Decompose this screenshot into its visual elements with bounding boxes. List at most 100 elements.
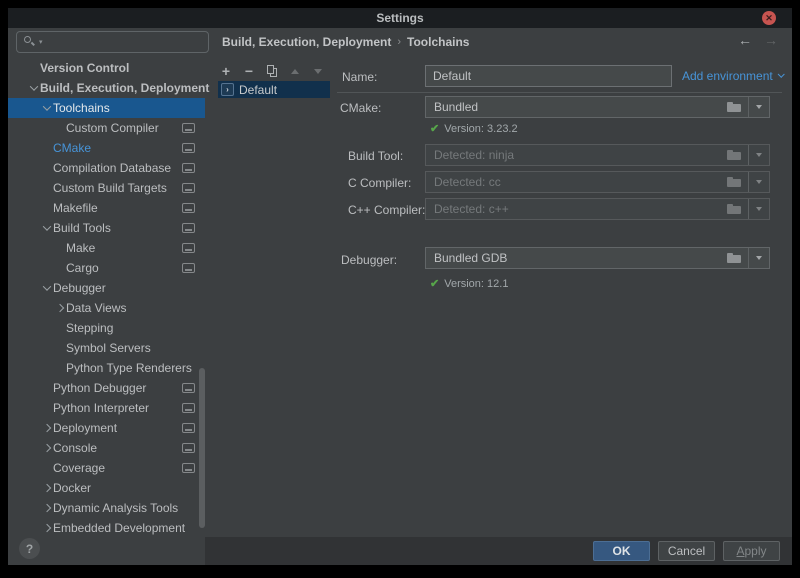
- folder-icon: [727, 150, 741, 160]
- sidebar-item-toolchains[interactable]: Toolchains: [8, 98, 205, 118]
- sidebar-item-label: Stepping: [66, 321, 113, 335]
- close-icon[interactable]: ✕: [762, 11, 776, 25]
- cpp-compiler-dropdown-button[interactable]: [748, 199, 769, 219]
- cpp-compiler-value: Detected: c++: [426, 202, 727, 216]
- sidebar-item-label: Compilation Database: [53, 161, 171, 175]
- dropdown-arrow-icon: [756, 207, 762, 211]
- chevron-right-icon[interactable]: [43, 484, 51, 492]
- build-tool-dropdown-button[interactable]: [748, 145, 769, 165]
- build-tool-combo[interactable]: Detected: ninja: [425, 144, 770, 166]
- sidebar-scrollbar[interactable]: [199, 368, 205, 528]
- remove-toolchain-button[interactable]: −: [241, 63, 257, 79]
- sidebar-item-embedded-development[interactable]: Embedded Development: [8, 518, 205, 538]
- settings-dialog: Settings ✕ ▾ Build, Execution, Deploymen…: [8, 8, 792, 565]
- cpp-compiler-label: C++ Compiler:: [348, 203, 425, 217]
- chevron-right-icon[interactable]: [43, 524, 51, 532]
- move-up-button[interactable]: [287, 63, 303, 79]
- sidebar-item-label: Custom Compiler: [66, 121, 159, 135]
- dropdown-arrow-icon: [756, 105, 762, 109]
- chevron-down-icon[interactable]: [43, 222, 51, 230]
- sidebar-item-label: Python Interpreter: [53, 401, 149, 415]
- sidebar-item-python-interpreter[interactable]: Python Interpreter: [8, 398, 205, 418]
- sidebar-item-coverage[interactable]: Coverage: [8, 458, 205, 478]
- monitor-icon: [182, 423, 195, 433]
- sidebar-item-label: Custom Build Targets: [53, 181, 167, 195]
- c-compiler-dropdown-button[interactable]: [748, 172, 769, 192]
- monitor-icon: [182, 123, 195, 133]
- sidebar-item-cmake[interactable]: CMake: [8, 138, 205, 158]
- debugger-value: Bundled GDB: [426, 251, 727, 265]
- window-title: Settings: [376, 11, 423, 25]
- add-environment-link[interactable]: Add environment: [682, 69, 783, 83]
- c-compiler-value: Detected: cc: [426, 175, 727, 189]
- chevron-down-icon[interactable]: [43, 102, 51, 110]
- sidebar-item-custom-build-targets[interactable]: Custom Build Targets: [8, 178, 205, 198]
- sidebar-item-label: Python Debugger: [53, 381, 146, 395]
- chevron-right-icon[interactable]: [56, 304, 64, 312]
- back-arrow-icon[interactable]: ←: [738, 32, 752, 48]
- search-input[interactable]: [47, 35, 202, 49]
- cmake-dropdown-button[interactable]: [748, 97, 769, 117]
- breadcrumb-section[interactable]: Build, Execution, Deployment: [222, 35, 391, 49]
- search-history-caret-icon[interactable]: ▾: [39, 38, 43, 46]
- sidebar-item-label: Python Type Renderers: [66, 361, 192, 375]
- sidebar-item-docker[interactable]: Docker: [8, 478, 205, 498]
- sidebar-item-make[interactable]: Make: [8, 238, 205, 258]
- check-icon: ✔: [430, 122, 439, 135]
- sidebar-item-label: Symbol Servers: [66, 341, 151, 355]
- sidebar-item-data-views[interactable]: Data Views: [8, 298, 205, 318]
- cmake-label: CMake:: [340, 101, 381, 115]
- sidebar-item-debugger[interactable]: Debugger: [8, 278, 205, 298]
- breadcrumb: Build, Execution, Deployment › Toolchain…: [222, 34, 469, 50]
- sidebar-item-makefile[interactable]: Makefile: [8, 198, 205, 218]
- sidebar-item-version-control[interactable]: Version Control: [8, 58, 205, 78]
- chevron-right-icon[interactable]: [43, 424, 51, 432]
- ok-button[interactable]: OK: [593, 541, 650, 561]
- monitor-icon: [182, 223, 195, 233]
- c-compiler-label: C Compiler:: [348, 176, 411, 190]
- apply-button[interactable]: Apply: [723, 541, 780, 561]
- arrow-down-icon: [314, 69, 322, 74]
- sidebar-item-cargo[interactable]: Cargo: [8, 258, 205, 278]
- sidebar-item-label: Cargo: [66, 261, 99, 275]
- debugger-dropdown-button[interactable]: [748, 248, 769, 268]
- toolchain-item-default[interactable]: ›Default: [218, 81, 330, 98]
- sidebar-item-label: Build, Execution, Deployment: [40, 81, 209, 95]
- chevron-right-icon[interactable]: [43, 504, 51, 512]
- sidebar-item-stepping[interactable]: Stepping: [8, 318, 205, 338]
- cpp-compiler-combo[interactable]: Detected: c++: [425, 198, 770, 220]
- sidebar-item-build-tools[interactable]: Build Tools: [8, 218, 205, 238]
- sidebar-item-python-type-renderers[interactable]: Python Type Renderers: [8, 358, 205, 378]
- sidebar-item-dynamic-analysis-tools[interactable]: Dynamic Analysis Tools: [8, 498, 205, 518]
- sidebar-item-label: Embedded Development: [53, 521, 185, 535]
- add-toolchain-button[interactable]: +: [218, 63, 234, 79]
- sidebar-item-label: Build Tools: [53, 221, 111, 235]
- monitor-icon: [182, 243, 195, 253]
- move-down-button[interactable]: [310, 63, 326, 79]
- sidebar-item-python-debugger[interactable]: Python Debugger: [8, 378, 205, 398]
- folder-icon: [727, 102, 741, 112]
- monitor-icon: [182, 383, 195, 393]
- sidebar-item-build-execution-deployment[interactable]: Build, Execution, Deployment: [8, 78, 205, 98]
- chevron-right-icon[interactable]: [43, 444, 51, 452]
- settings-search[interactable]: ▾: [16, 31, 209, 53]
- name-input[interactable]: [425, 65, 672, 87]
- copy-toolchain-button[interactable]: [264, 63, 280, 79]
- chevron-down-icon[interactable]: [30, 82, 38, 90]
- dropdown-arrow-icon: [756, 180, 762, 184]
- build-tool-value: Detected: ninja: [426, 148, 727, 162]
- cmake-combo[interactable]: Bundled: [425, 96, 770, 118]
- debugger-combo[interactable]: Bundled GDB: [425, 247, 770, 269]
- sidebar-item-symbol-servers[interactable]: Symbol Servers: [8, 338, 205, 358]
- help-button[interactable]: ?: [19, 538, 40, 559]
- chevron-down-icon[interactable]: [43, 282, 51, 290]
- cancel-button[interactable]: Cancel: [658, 541, 715, 561]
- c-compiler-combo[interactable]: Detected: cc: [425, 171, 770, 193]
- sidebar-item-label: Deployment: [53, 421, 117, 435]
- sidebar-item-custom-compiler[interactable]: Custom Compiler: [8, 118, 205, 138]
- sidebar-item-console[interactable]: Console: [8, 438, 205, 458]
- apply-button-label: Apply: [736, 544, 766, 558]
- sidebar-item-deployment[interactable]: Deployment: [8, 418, 205, 438]
- cmake-value: Bundled: [426, 100, 727, 114]
- sidebar-item-compilation-database[interactable]: Compilation Database: [8, 158, 205, 178]
